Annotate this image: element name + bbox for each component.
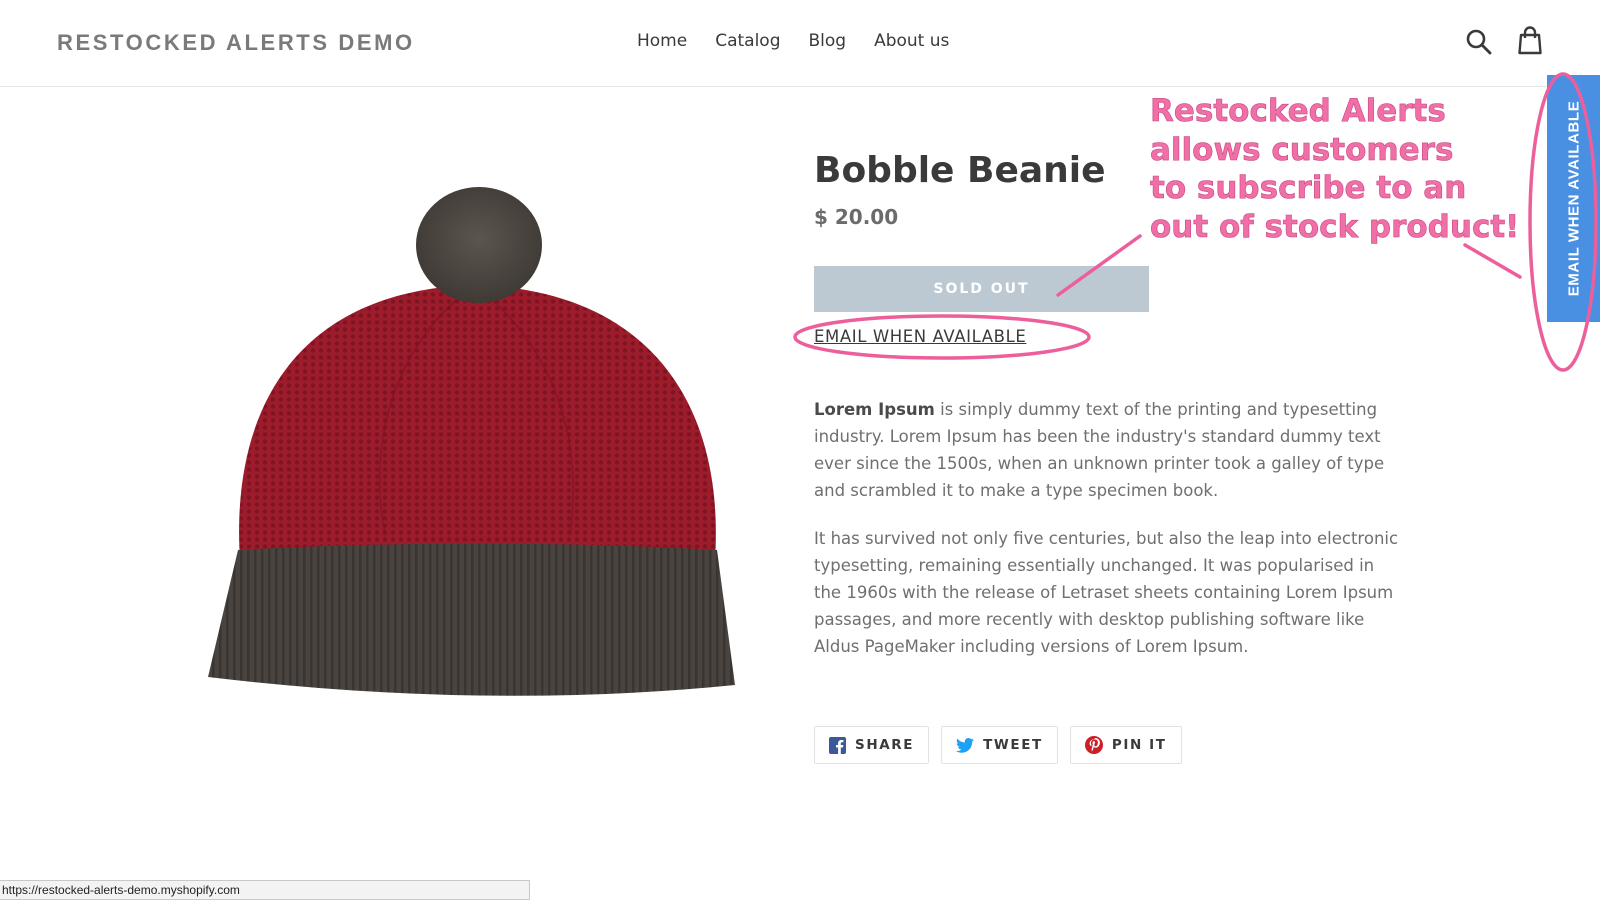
product-title: Bobble Beanie xyxy=(814,150,1106,191)
annotation-line: out of stock product! xyxy=(1150,208,1520,245)
sold-out-button[interactable]: SOLD OUT xyxy=(814,266,1149,312)
nav-about-us[interactable]: About us xyxy=(874,31,949,51)
share-pinterest-button[interactable]: PIN IT xyxy=(1069,726,1182,764)
search-button[interactable] xyxy=(1465,28,1495,58)
store-logo[interactable]: RESTOCKED ALERTS DEMO xyxy=(57,30,415,56)
share-twitter-button[interactable]: TWEET xyxy=(941,726,1058,764)
product-description: Lorem Ipsum is simply dummy text of the … xyxy=(814,396,1404,681)
description-paragraph: It has survived not only five centuries,… xyxy=(814,525,1404,660)
annotation-line: Restocked Alerts xyxy=(1150,93,1446,130)
product-image-beanie xyxy=(208,187,735,696)
tweet-label: TWEET xyxy=(983,737,1043,753)
social-share-buttons: SHARE TWEET PIN IT xyxy=(814,726,1182,764)
email-when-available-link[interactable]: EMAIL WHEN AVAILABLE xyxy=(814,327,1026,346)
description-paragraph: Lorem Ipsum is simply dummy text of the … xyxy=(814,396,1404,504)
search-icon xyxy=(1466,29,1492,55)
description-bold: Lorem Ipsum xyxy=(814,400,935,419)
cart-icon xyxy=(1518,26,1542,55)
nav-home[interactable]: Home xyxy=(637,31,687,51)
annotation-callout: Restocked Alerts allows customers to sub… xyxy=(1150,92,1520,246)
share-facebook-button[interactable]: SHARE xyxy=(814,726,930,764)
nav-blog[interactable]: Blog xyxy=(809,31,847,51)
pinterest-icon xyxy=(1084,736,1103,754)
cart-button[interactable] xyxy=(1517,26,1547,56)
site-header: RESTOCKED ALERTS DEMO Home Catalog Blog … xyxy=(0,0,1600,87)
facebook-icon xyxy=(829,736,846,754)
annotation-line: allows customers xyxy=(1150,131,1454,168)
browser-status-bar: https://restocked-alerts-demo.myshopify.… xyxy=(0,880,530,900)
main-nav: Home Catalog Blog About us xyxy=(637,31,949,51)
annotation-line: to subscribe to an xyxy=(1150,170,1467,207)
nav-catalog[interactable]: Catalog xyxy=(715,31,780,51)
description-text: It has survived not only five centuries,… xyxy=(814,529,1399,656)
share-label: SHARE xyxy=(855,737,915,753)
pointer-line-tab xyxy=(1463,243,1522,279)
side-tab-label: EMAIL WHEN AVAILABLE xyxy=(1565,100,1583,297)
pin-it-label: PIN IT xyxy=(1111,737,1167,753)
email-when-available-tab[interactable]: EMAIL WHEN AVAILABLE xyxy=(1547,75,1600,322)
product-price: $ 20.00 xyxy=(814,205,899,229)
twitter-icon xyxy=(956,737,975,753)
